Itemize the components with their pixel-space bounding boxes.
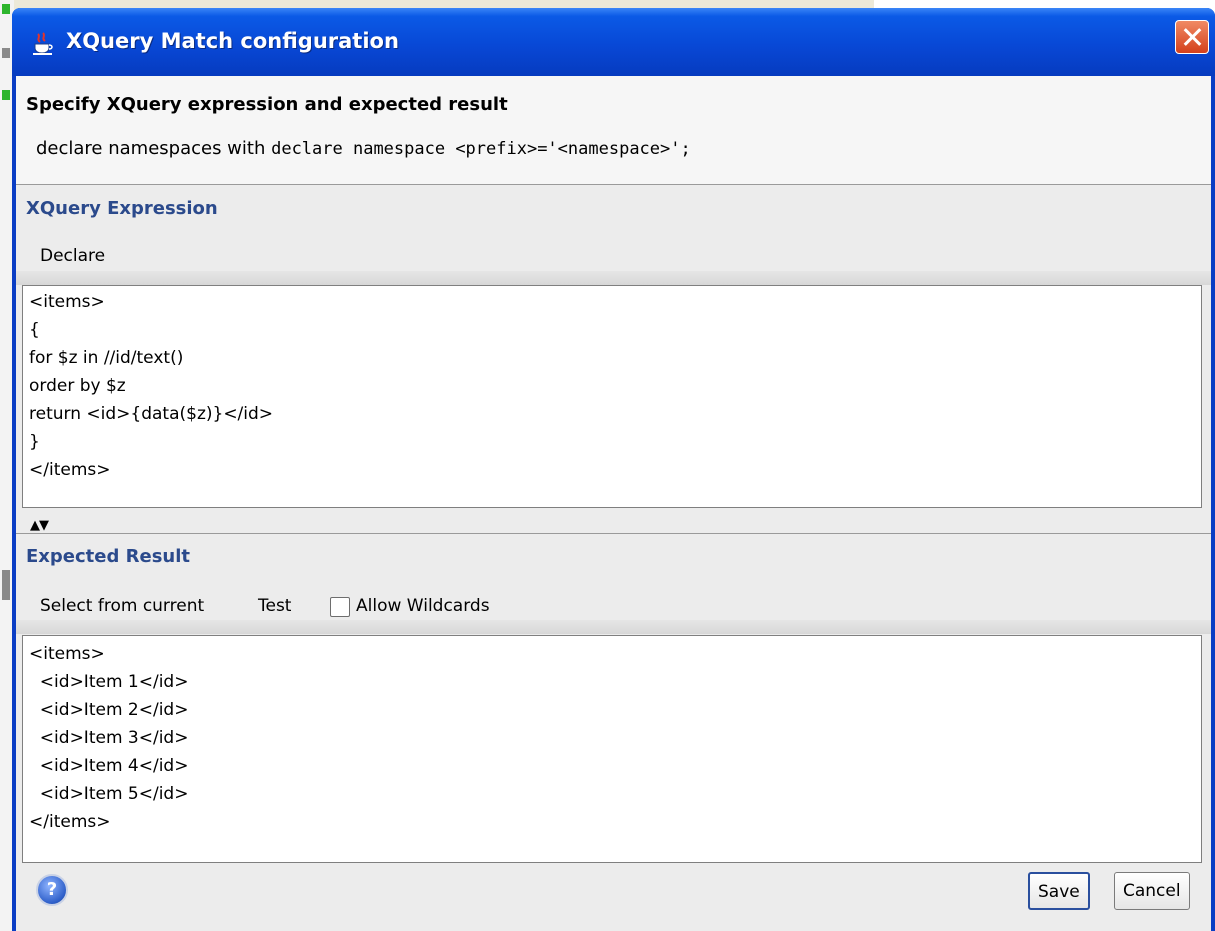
namespace-hint-text: declare namespaces with xyxy=(36,138,272,159)
dialog-content: Specify XQuery expression and expected r… xyxy=(16,76,1211,931)
window-title: XQuery Match configuration xyxy=(66,29,399,53)
namespace-hint-code: declare namespace <prefix>='<namespace>'… xyxy=(271,139,691,159)
xquery-expression-title: XQuery Expression xyxy=(26,198,218,219)
splitter-arrows[interactable]: ▲▼ xyxy=(30,518,49,533)
expected-toolbar-strip xyxy=(16,620,1211,634)
description-panel: Specify XQuery expression and expected r… xyxy=(16,76,1211,185)
xquery-expression-editor[interactable]: <items> { for $z in //id/text() order by… xyxy=(22,285,1202,508)
select-from-current-button[interactable]: Select from current xyxy=(40,596,204,616)
close-button[interactable] xyxy=(1175,20,1209,54)
cancel-button[interactable]: Cancel xyxy=(1114,872,1190,910)
help-button[interactable]: ? xyxy=(36,874,68,906)
description-title: Specify XQuery expression and expected r… xyxy=(26,94,508,115)
splitter-divider xyxy=(16,533,1211,534)
background-marker xyxy=(2,90,10,100)
declare-button[interactable]: Declare xyxy=(40,246,105,266)
expected-result-editor[interactable]: <items> <id>Item 1</id> <id>Item 2</id> … xyxy=(22,635,1202,863)
splitter-up-icon[interactable]: ▲ xyxy=(30,518,40,533)
xquery-dialog: XQuery Match configuration Specify XQuer… xyxy=(12,8,1215,931)
allow-wildcards-checkbox[interactable] xyxy=(330,597,350,617)
background-marker xyxy=(2,570,10,600)
splitter-down-icon[interactable]: ▼ xyxy=(39,518,49,533)
test-button[interactable]: Test xyxy=(258,596,291,616)
expected-result-title: Expected Result xyxy=(26,546,191,567)
allow-wildcards-label[interactable]: Allow Wildcards xyxy=(356,596,490,616)
java-coffee-icon xyxy=(33,32,53,55)
title-bar[interactable]: XQuery Match configuration xyxy=(12,8,1215,76)
help-icon: ? xyxy=(46,879,58,900)
xquery-toolbar-strip xyxy=(16,271,1211,285)
background-marker xyxy=(2,48,10,58)
save-button[interactable]: Save xyxy=(1028,872,1090,910)
background-marker xyxy=(2,4,10,14)
namespace-hint: declare namespaces with declare namespac… xyxy=(36,138,691,159)
